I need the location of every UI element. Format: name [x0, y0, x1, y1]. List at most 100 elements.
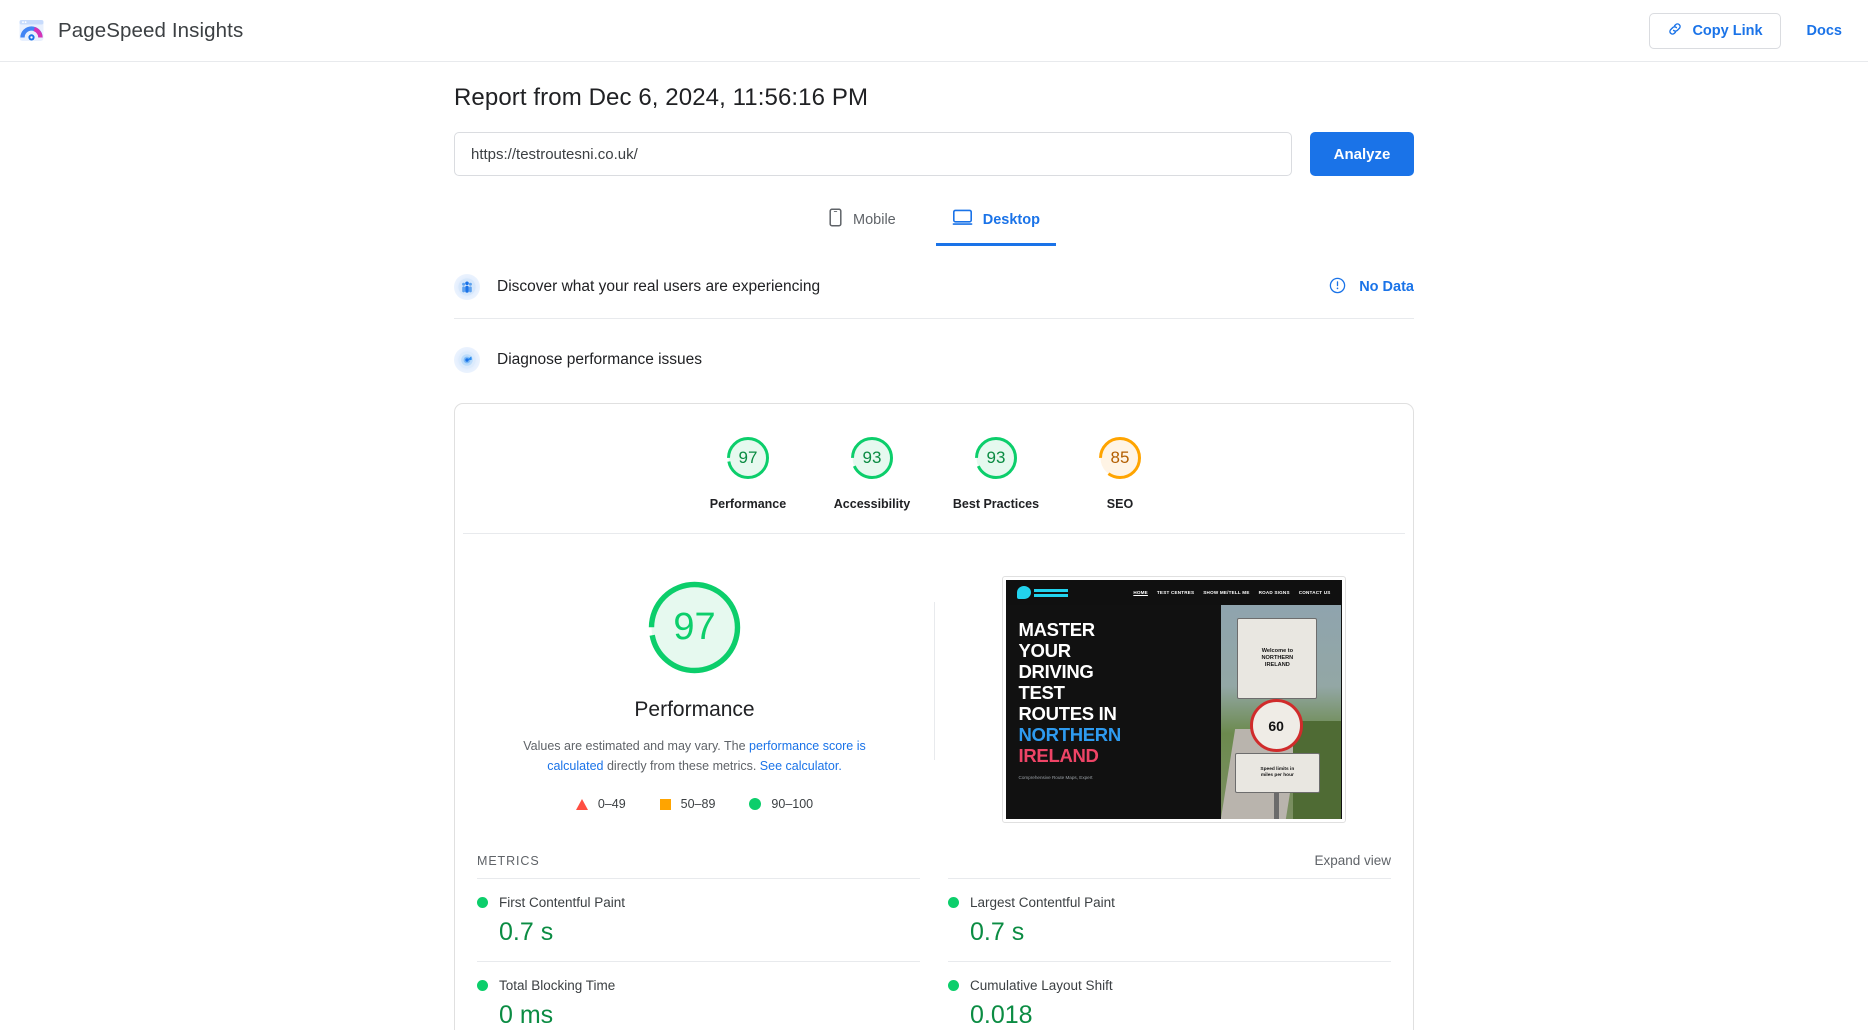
gauge-ring-performance: 97	[724, 434, 772, 482]
brand: PageSpeed Insights	[18, 17, 243, 44]
hero-divider	[934, 602, 935, 760]
metric-name: Largest Contentful Paint	[970, 895, 1115, 910]
metric-name: Cumulative Layout Shift	[970, 978, 1113, 993]
screenshot-nav-road-signs: ROAD SIGNS	[1258, 590, 1290, 595]
welcome-sign-line-3: IRELAND	[1264, 661, 1290, 668]
form-factor-tabs: Mobile Desktop	[454, 198, 1414, 246]
status-dot-icon	[948, 897, 959, 908]
desktop-monitor-icon	[952, 208, 973, 231]
metric-value: 0.7 s	[970, 918, 1025, 946]
screenshot-site-nav: HOME TEST CENTRES SHOW ME/TELL ME ROAD S…	[1005, 580, 1342, 605]
headline-line-5: ROUTES IN	[1018, 703, 1117, 724]
triangle-icon	[575, 798, 588, 810]
status-dot-icon	[477, 897, 488, 908]
gauge-value-seo: 85	[1110, 448, 1130, 467]
gauge-performance[interactable]: 97 Performance	[686, 434, 810, 511]
gauge-value-accessibility: 93	[862, 448, 882, 467]
gauge-ring-accessibility: 93	[848, 434, 896, 482]
metric-name: First Contentful Paint	[499, 895, 626, 910]
lab-data-label: Diagnose performance issues	[497, 351, 703, 368]
status-dot-icon	[948, 980, 959, 991]
headline-line-1: MASTER	[1018, 619, 1096, 640]
hero-thumbnail-block: HOME TEST CENTRES SHOW ME/TELL ME ROAD S…	[934, 576, 1413, 823]
welcome-sign-line-2: NORTHERN	[1261, 654, 1294, 661]
metric-largest-contentful-paint[interactable]: Largest Contentful Paint 0.7 s	[948, 878, 1391, 961]
analyze-button[interactable]: Analyze	[1310, 132, 1414, 176]
gauge-seo[interactable]: 85 SEO	[1058, 434, 1182, 511]
headline-line-4: TEST	[1018, 682, 1065, 703]
gauge-ring-best-practices: 93	[972, 434, 1020, 482]
gauge-label-accessibility: Accessibility	[833, 497, 911, 511]
score-legend: 0–49 50–89 90–100	[575, 797, 813, 811]
welcome-sign: Welcome to NORTHERN IRELAND	[1237, 617, 1318, 700]
field-data-label: Discover what your real users are experi…	[497, 278, 821, 295]
top-app-bar: PageSpeed Insights Copy Link Docs	[0, 0, 1868, 62]
app-title: PageSpeed Insights	[58, 18, 244, 42]
screenshot-road-photo: Welcome to NORTHERN IRELAND 60 Speed lim…	[1220, 605, 1342, 819]
headline-line-7: IRELAND	[1018, 745, 1099, 766]
headline-line-6: NORTHERN	[1018, 724, 1122, 745]
metric-cumulative-layout-shift[interactable]: Cumulative Layout Shift 0.018	[948, 961, 1391, 1030]
disclaimer-middle: directly from these metrics.	[603, 759, 760, 773]
lighthouse-card: 97 Performance 93 Accessibility 93 Best …	[454, 403, 1414, 1030]
docs-link[interactable]: Docs	[1807, 23, 1842, 39]
performance-gauge: 97	[643, 576, 746, 679]
url-input[interactable]	[454, 132, 1292, 176]
hero-score-block: 97 Performance Values are estimated and …	[455, 576, 934, 823]
performance-score-caption: Performance	[634, 698, 755, 721]
field-data-status[interactable]: No Data	[1329, 277, 1414, 298]
legend-label-fail: 0–49	[597, 797, 626, 811]
status-dot-icon	[477, 980, 488, 991]
metrics-title: METRICS	[477, 853, 540, 868]
link-icon	[1667, 21, 1683, 41]
headline-line-3: DRIVING	[1018, 661, 1094, 682]
expand-view-button[interactable]: Expand view	[1314, 853, 1391, 868]
legend-label-average: 50–89	[680, 797, 716, 811]
legend-item-pass: 90–100	[749, 797, 813, 811]
metric-total-blocking-time[interactable]: Total Blocking Time 0 ms	[477, 961, 920, 1030]
copy-link-label: Copy Link	[1692, 22, 1763, 39]
real-users-icon	[454, 274, 480, 300]
screenshot-nav-test-centres: TEST CENTRES	[1156, 590, 1195, 595]
screenshot-nav-show-me: SHOW ME/TELL ME	[1203, 590, 1250, 595]
pagespeed-logo-icon	[18, 17, 45, 44]
screenshot-nav-home: HOME	[1133, 590, 1148, 595]
tab-desktop[interactable]: Desktop	[935, 198, 1056, 246]
page-title: Report from Dec 6, 2024, 11:56:16 PM	[454, 84, 869, 111]
gauge-best-practices[interactable]: 93 Best Practices	[934, 434, 1058, 511]
gauge-accessibility[interactable]: 93 Accessibility	[810, 434, 934, 511]
screenshot-nav-items: HOME TEST CENTRES SHOW ME/TELL ME ROAD S…	[1133, 590, 1330, 595]
diagnose-radar-icon	[454, 347, 480, 373]
speed-units-line-2: miles per hour	[1260, 772, 1294, 778]
tab-mobile-label: Mobile	[853, 211, 896, 228]
metric-name: Total Blocking Time	[499, 978, 616, 993]
metrics-header: METRICS Expand view	[455, 823, 1413, 878]
lab-data-section-header: Diagnose performance issues	[454, 329, 1414, 391]
category-scores: 97 Performance 93 Accessibility 93 Best …	[463, 404, 1405, 534]
screenshot-headline: MASTER YOUR DRIVING TEST ROUTES IN NORTH…	[1019, 619, 1221, 766]
metric-value: 0.018	[970, 1001, 1033, 1029]
metric-first-contentful-paint[interactable]: First Contentful Paint 0.7 s	[477, 878, 920, 961]
headline-line-2: YOUR	[1018, 640, 1072, 661]
see-calculator-link[interactable]: See calculator.	[760, 759, 842, 773]
performance-hero: 97 Performance Values are estimated and …	[455, 534, 1413, 823]
legend-item-average: 50–89	[659, 797, 716, 811]
tab-mobile[interactable]: Mobile	[812, 198, 912, 246]
sign-post	[1273, 789, 1279, 819]
legend-label-pass: 90–100	[771, 797, 814, 811]
no-data-label: No Data	[1359, 279, 1414, 295]
gauge-label-best-practices: Best Practices	[952, 497, 1040, 511]
top-bar-actions: Copy Link Docs	[1649, 12, 1842, 49]
copy-link-button[interactable]: Copy Link	[1649, 12, 1781, 49]
screenshot-subtext: Comprehensive Route Maps, Expert	[1018, 775, 1093, 780]
mobile-phone-icon	[828, 208, 843, 231]
info-circle-icon	[1329, 277, 1346, 298]
page-scroll-area: Report from Dec 6, 2024, 11:56:16 PM Ana…	[0, 62, 1868, 1030]
screenshot-nav-contact: CONTACT US	[1298, 590, 1331, 595]
page-screenshot: HOME TEST CENTRES SHOW ME/TELL ME ROAD S…	[1005, 580, 1342, 819]
url-form: Analyze	[454, 132, 1414, 176]
page-screenshot-frame[interactable]: HOME TEST CENTRES SHOW ME/TELL ME ROAD S…	[1001, 576, 1346, 823]
gauge-value-performance: 97	[738, 448, 758, 467]
welcome-sign-line-1: Welcome to	[1261, 647, 1294, 654]
legend-item-fail: 0–49	[575, 797, 626, 811]
